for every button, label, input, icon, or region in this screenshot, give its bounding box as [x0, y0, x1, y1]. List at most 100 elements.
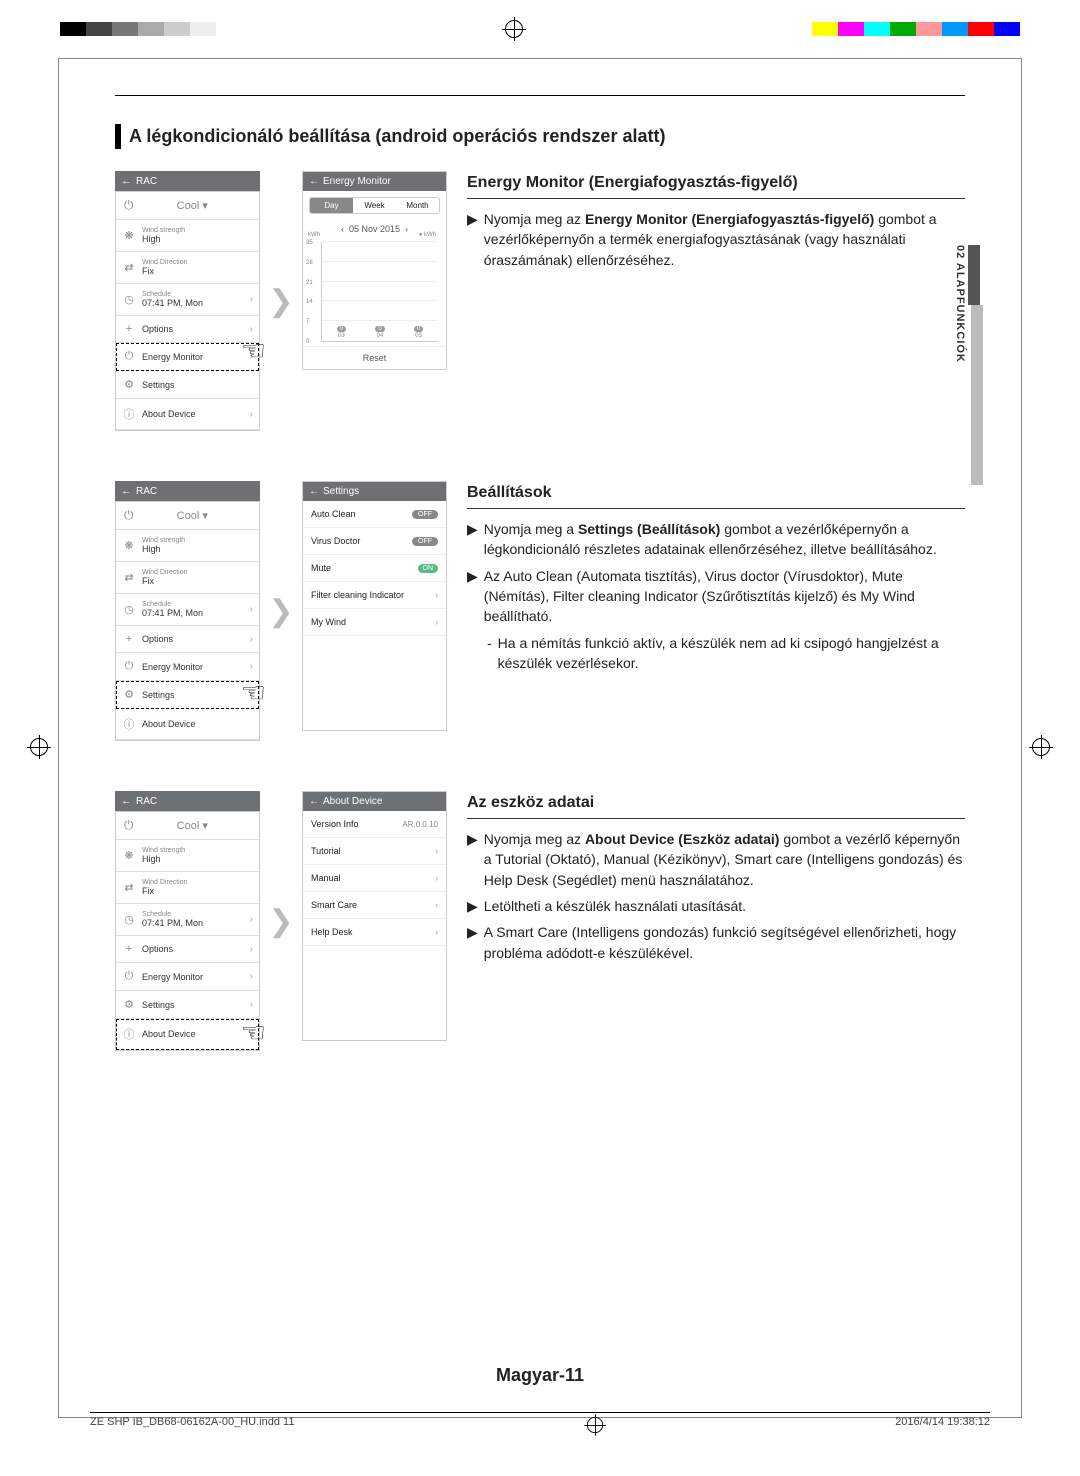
y-tick: 7	[306, 319, 309, 325]
direction-icon: ⇄	[122, 261, 136, 274]
back-icon: ←	[309, 176, 319, 187]
bar-2: 005	[414, 326, 423, 339]
flow-arrow-icon: ❯	[264, 594, 298, 629]
tab-day[interactable]: Day	[310, 198, 353, 213]
item-wind-direction[interactable]: ⇄ Wind DirectionFix	[116, 252, 259, 284]
page-content: A légkondicionáló beállítása (android op…	[115, 95, 965, 1101]
sub-bullet: -Ha a némítás funkció aktív, a készülék …	[487, 633, 965, 674]
flow-arrow-icon: ❯	[264, 904, 298, 939]
reset-button[interactable]: Reset	[303, 346, 446, 369]
back-icon: ←	[121, 175, 132, 187]
setting-mute[interactable]: MuteON	[303, 555, 446, 582]
screen-about: ←About Device Version InfoAR.0.0.10 Tuto…	[302, 791, 447, 1041]
registration-mark-icon	[1032, 738, 1050, 756]
phone-header[interactable]: ← RAC	[115, 481, 260, 501]
section-heading: Energy Monitor (Energiafogyasztás-figyel…	[467, 171, 965, 199]
chevron-right-icon: ›	[250, 324, 253, 335]
phone-header-title: RAC	[136, 176, 157, 187]
power-icon: ⏻	[124, 198, 134, 213]
about-manual[interactable]: Manual›	[303, 865, 446, 892]
phone-rac-about: ←RAC ⏻Cool ▾ ❋Wind strengthHigh ⇄Wind Di…	[115, 791, 260, 1051]
section-heading: Az eszköz adatai	[467, 791, 965, 819]
item-schedule[interactable]: ◷Schedule07:41 PM, Mon›	[116, 904, 259, 936]
item-schedule[interactable]: ◷ Schedule07:41 PM, Mon ›	[116, 284, 259, 316]
y-tick: 14	[306, 299, 313, 305]
about-version[interactable]: Version InfoAR.0.0.10	[303, 811, 446, 838]
flow-arrow-icon: ❯	[264, 284, 298, 319]
print-color-bars	[60, 20, 1020, 38]
phone-header[interactable]: ←RAC	[115, 791, 260, 811]
y-tick: 35	[306, 240, 313, 246]
item-wind-strength[interactable]: ❋Wind strengthHigh	[116, 530, 259, 562]
item-energy-monitor[interactable]: ⏻ Energy Monitor ›	[116, 343, 259, 371]
desc-about: Az eszköz adatai ▶Nyomja meg az About De…	[467, 791, 965, 969]
setting-virus-doctor[interactable]: Virus DoctorOFF	[303, 528, 446, 555]
section-tab-marker	[968, 245, 980, 305]
phone-header[interactable]: ← RAC	[115, 171, 260, 191]
bullet-icon: ▶	[467, 209, 478, 270]
item-options[interactable]: +Options›	[116, 936, 259, 963]
bar-1: 004	[375, 326, 384, 339]
about-smart-care[interactable]: Smart Care›	[303, 892, 446, 919]
tab-month[interactable]: Month	[396, 198, 439, 213]
fan-icon: ❋	[122, 229, 136, 242]
phone-rac-energy: ← RAC ⏻ Cool ▾ ❋ Wind strengthHigh ⇄ Win…	[115, 171, 260, 431]
about-tutorial[interactable]: Tutorial›	[303, 838, 446, 865]
power-icon: ⏻	[124, 508, 134, 523]
desc-energy: Energy Monitor (Energiafogyasztás-figyel…	[467, 171, 965, 276]
section-tab-label: 02 ALAPFUNKCIÓK	[954, 245, 968, 363]
mode-row[interactable]: ⏻ Cool ▾	[116, 502, 259, 530]
energy-icon: ⏻	[122, 350, 136, 363]
item-wind-direction[interactable]: ⇄Wind DirectionFix	[116, 872, 259, 904]
top-rule	[115, 95, 965, 96]
sub-header[interactable]: ←About Device	[303, 792, 446, 811]
bullet: ▶Letöltheti a készülék használati utasít…	[467, 896, 965, 916]
chart-legend: ● kWh	[419, 232, 436, 238]
item-settings[interactable]: ⚙ Settings	[116, 371, 259, 399]
power-icon: ⏻	[124, 818, 134, 833]
setting-filter-indicator[interactable]: Filter cleaning Indicator›	[303, 582, 446, 609]
item-about-device[interactable]: ⓘAbout Device	[116, 709, 259, 740]
clock-icon: ◷	[122, 293, 136, 306]
plus-icon: +	[122, 323, 136, 335]
section-tab-bar	[971, 305, 983, 485]
bullet: ▶ Nyomja meg az Energy Monitor (Energiaf…	[467, 209, 965, 270]
mode-row[interactable]: ⏻ Cool ▾	[116, 192, 259, 220]
registration-mark-icon	[505, 20, 523, 38]
section-tab: 02 ALAPFUNKCIÓK	[954, 245, 983, 485]
item-energy-monitor[interactable]: ⏻Energy Monitor›	[116, 963, 259, 991]
about-help-desk[interactable]: Help Desk›	[303, 919, 446, 946]
registration-mark-icon	[30, 738, 48, 756]
item-options[interactable]: + Options ›	[116, 316, 259, 343]
item-settings[interactable]: ⚙Settings›	[116, 991, 259, 1019]
desc-settings: Beállítások ▶Nyomja meg a Settings (Beál…	[467, 481, 965, 677]
mode-label: Cool	[177, 200, 200, 212]
back-icon: ←	[309, 486, 319, 497]
bullet: ▶Nyomja meg a Settings (Beállítások) gom…	[467, 519, 965, 560]
sub-header[interactable]: ←Settings	[303, 482, 446, 501]
item-settings[interactable]: ⚙Settings›	[116, 681, 259, 709]
bullet: ▶Az Auto Clean (Automata tisztítás), Vir…	[467, 566, 965, 627]
item-options[interactable]: +Options›	[116, 626, 259, 653]
mode-row[interactable]: ⏻Cool ▾	[116, 812, 259, 840]
item-about-device[interactable]: ⓘ About Device ›	[116, 399, 259, 430]
y-axis-unit: kWh	[308, 232, 320, 238]
item-wind-strength[interactable]: ❋ Wind strengthHigh	[116, 220, 259, 252]
setting-my-wind[interactable]: My Wind›	[303, 609, 446, 636]
item-energy-monitor[interactable]: ⏻Energy Monitor›	[116, 653, 259, 681]
bullet: ▶A Smart Care (Intelligens gondozás) fun…	[467, 922, 965, 963]
phone-rac-settings: ← RAC ⏻ Cool ▾ ❋Wind strengthHigh ⇄Wind …	[115, 481, 260, 741]
gear-icon: ⚙	[122, 378, 136, 391]
item-wind-strength[interactable]: ❋Wind strengthHigh	[116, 840, 259, 872]
item-about-device[interactable]: ⓘAbout Device›	[116, 1019, 259, 1050]
item-wind-direction[interactable]: ⇄Wind DirectionFix	[116, 562, 259, 594]
item-schedule[interactable]: ◷Schedule07:41 PM, Mon›	[116, 594, 259, 626]
footer-filename: ZE SHP IB_DB68-06162A-00_HU.indd 11	[90, 1416, 294, 1434]
tab-week[interactable]: Week	[353, 198, 396, 213]
back-icon: ←	[121, 795, 132, 807]
setting-auto-clean[interactable]: Auto CleanOFF	[303, 501, 446, 528]
section-heading: Beállítások	[467, 481, 965, 509]
print-footer: ZE SHP IB_DB68-06162A-00_HU.indd 11 2016…	[90, 1412, 990, 1434]
y-tick: 21	[306, 280, 313, 286]
sub-header[interactable]: ← Energy Monitor	[303, 172, 446, 191]
